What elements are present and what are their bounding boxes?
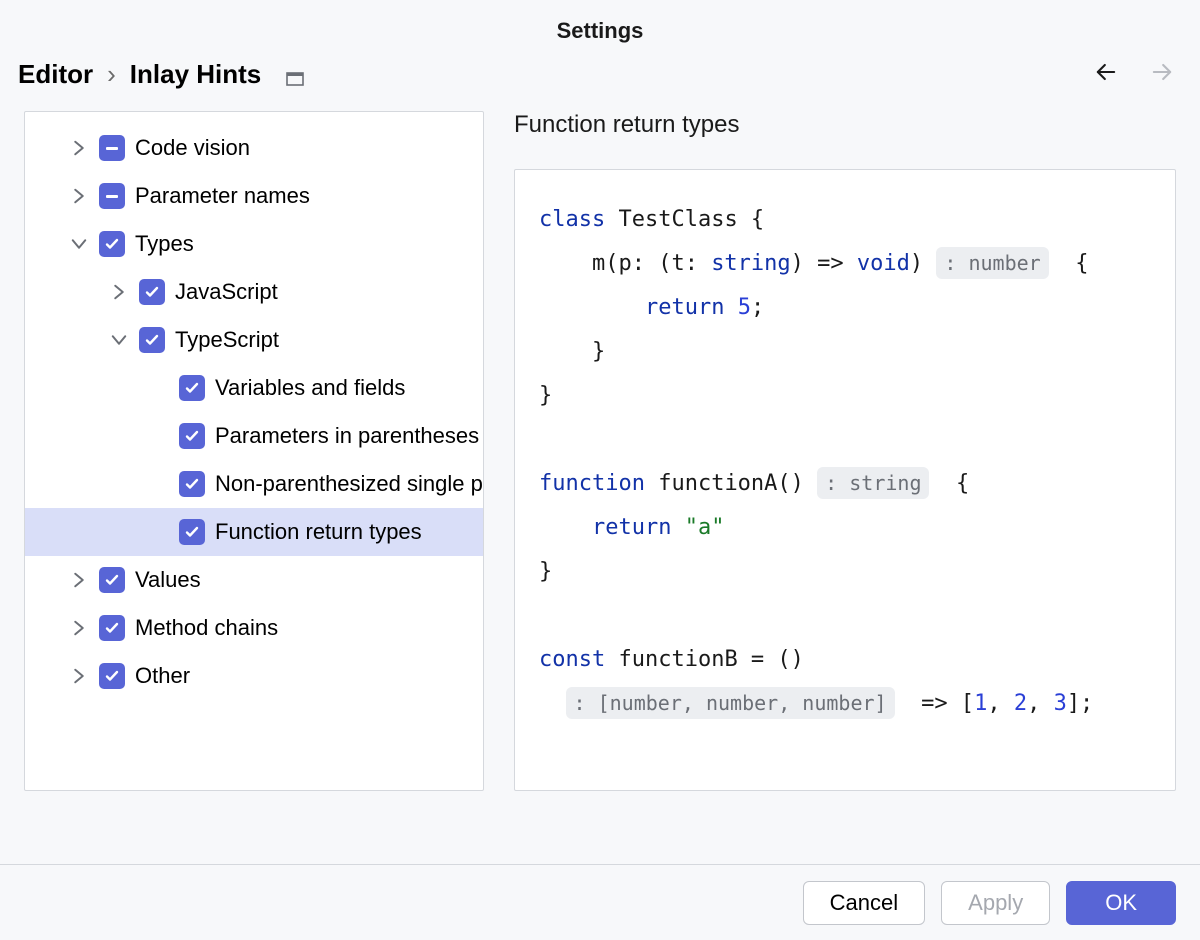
code-text: , [987,691,1014,716]
tree-item[interactable]: Values [25,556,483,604]
code-text: ) [910,251,937,276]
tree-item-label: Code vision [135,135,250,161]
checkbox-checked-icon[interactable] [99,663,125,689]
chevron-down-icon[interactable] [109,330,129,350]
dialog-title: Settings [0,0,1200,58]
code-number: 3 [1054,691,1067,716]
chevron-right-icon[interactable] [69,138,89,158]
code-text: functionB = () [605,647,804,672]
code-text: } [539,383,552,408]
tree-item-label: Function return types [215,519,422,545]
nav-arrows [1092,58,1176,91]
inlay-hint: : [number, number, number] [566,687,895,719]
chevron-right-icon[interactable] [69,618,89,638]
code-text: ; [751,295,764,320]
show-in-window-icon[interactable] [285,65,305,85]
code-keyword: function [539,471,645,496]
code-text: m(p: (t: [539,251,711,276]
ok-button[interactable]: OK [1066,881,1176,925]
code-number: 5 [738,295,751,320]
tree-item[interactable]: Types [25,220,483,268]
tree-item-label: TypeScript [175,327,279,353]
checkbox-checked-icon[interactable] [139,279,165,305]
chevron-right-icon[interactable] [69,570,89,590]
code-text: ) => [791,251,857,276]
inlay-hint: : string [817,467,929,499]
checkbox-indeterminate-icon[interactable] [99,135,125,161]
tree-item-label: Parameter names [135,183,310,209]
dialog-footer: Cancel Apply OK [0,864,1200,940]
checkbox-indeterminate-icon[interactable] [99,183,125,209]
code-text: } [539,559,552,584]
code-text [724,295,737,320]
tree-item[interactable]: Other [25,652,483,700]
chevron-right-icon[interactable] [109,282,129,302]
checkbox-checked-icon[interactable] [179,423,205,449]
code-number: 2 [1014,691,1027,716]
checkbox-checked-icon[interactable] [179,519,205,545]
code-keyword: class [539,207,605,232]
tree-item[interactable]: Code vision [25,124,483,172]
tree-item-label: Non-parenthesized single parameter [215,471,483,497]
code-string: "a" [685,515,725,540]
breadcrumb-current: Inlay Hints [130,59,261,90]
code-preview: class TestClass { m(p: (t: string) => vo… [514,169,1176,791]
code-text [539,515,592,540]
code-keyword: const [539,647,605,672]
checkbox-checked-icon[interactable] [139,327,165,353]
tree-item-label: Parameters in parentheses [215,423,479,449]
code-keyword: return [645,295,724,320]
checkbox-checked-icon[interactable] [99,567,125,593]
preview-heading: Function return types [514,111,1176,139]
code-text: functionA() [645,471,817,496]
code-type: void [857,251,910,276]
breadcrumb-parent[interactable]: Editor [18,59,93,90]
code-text: TestClass { [605,207,764,232]
tree-item[interactable]: Parameters in parentheses [25,412,483,460]
code-text: { [1049,251,1089,276]
code-text: } [539,339,605,364]
checkbox-checked-icon[interactable] [99,615,125,641]
code-text: , [1027,691,1054,716]
code-text: ]; [1067,691,1094,716]
tree-item[interactable]: Function return types [25,508,483,556]
code-type: string [711,251,790,276]
tree-item[interactable]: Method chains [25,604,483,652]
code-text [539,295,645,320]
nav-back-button[interactable] [1092,58,1120,91]
chevron-right-icon: › [107,59,116,90]
tree-item-label: Other [135,663,190,689]
apply-button[interactable]: Apply [941,881,1050,925]
preview-panel: Function return types class TestClass { … [514,111,1176,791]
chevron-right-icon[interactable] [69,666,89,686]
tree-item-label: Variables and fields [215,375,405,401]
code-keyword: return [592,515,671,540]
inlay-hint: : number [936,247,1048,279]
tree-item[interactable]: JavaScript [25,268,483,316]
code-number: 1 [974,691,987,716]
tree-item[interactable]: Non-parenthesized single parameter [25,460,483,508]
cancel-button[interactable]: Cancel [803,881,925,925]
tree-item[interactable]: TypeScript [25,316,483,364]
settings-tree[interactable]: Code vision Parameter names Types JavaSc… [24,111,484,791]
tree-item-label: Types [135,231,194,257]
tree-item[interactable]: Variables and fields [25,364,483,412]
code-text [671,515,684,540]
code-text: => [ [895,691,974,716]
breadcrumb-row: Editor › Inlay Hints [0,58,1200,111]
tree-item-label: Values [135,567,201,593]
checkbox-checked-icon[interactable] [99,231,125,257]
breadcrumb: Editor › Inlay Hints [18,59,305,90]
checkbox-checked-icon[interactable] [179,471,205,497]
nav-forward-button[interactable] [1148,58,1176,91]
tree-item-label: Method chains [135,615,278,641]
checkbox-checked-icon[interactable] [179,375,205,401]
tree-item[interactable]: Parameter names [25,172,483,220]
tree-item-label: JavaScript [175,279,278,305]
chevron-right-icon[interactable] [69,186,89,206]
code-text: { [929,471,969,496]
chevron-down-icon[interactable] [69,234,89,254]
